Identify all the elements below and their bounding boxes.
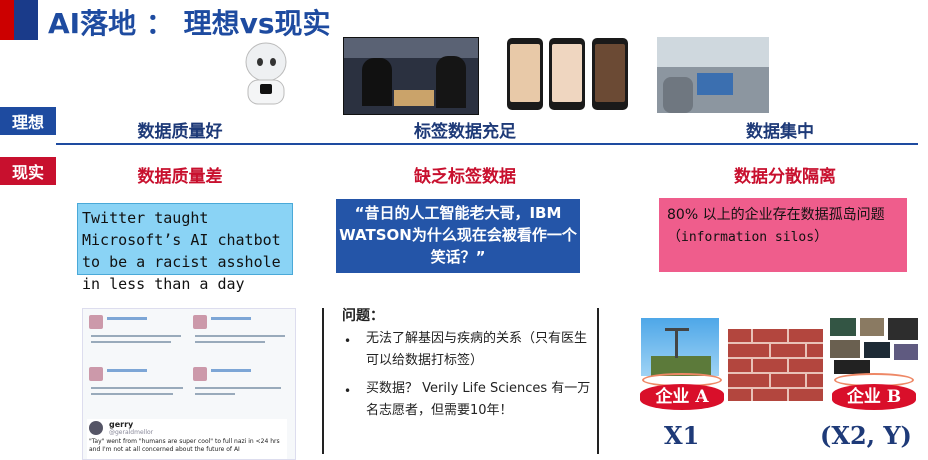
bullet-marker: • xyxy=(344,384,352,398)
sky-antenna-photo xyxy=(641,318,719,376)
problem-bullet-1: 无法了解基因与疾病的关系（只有医生可以给数据打标签） xyxy=(366,331,588,368)
tweet-item xyxy=(87,365,187,407)
silo-box: 80% 以上的企业存在数据孤岛问题（information silos） xyxy=(659,198,907,272)
row-label-ideal: 理想 xyxy=(0,107,56,135)
robot-image xyxy=(245,42,287,105)
bullet-marker: • xyxy=(344,334,352,348)
silo-text-suffix: ） xyxy=(814,229,829,245)
title-accent-blue xyxy=(14,0,38,40)
ibm-watson-box: “昔日的人工智能老大哥，IBM WATSON为什么现在会被看作一个笑话？” xyxy=(336,199,580,273)
tweet-quote: "Tay" went from "humans are super cool" … xyxy=(89,438,280,453)
title-accent-red xyxy=(0,0,14,40)
tweet-handle: @geraldmellor xyxy=(109,429,154,436)
tweet-user: gerry xyxy=(109,420,134,429)
x2y-label: (X2, Y) xyxy=(820,421,912,450)
real-head-2: 缺乏标签数据 xyxy=(414,167,516,187)
problem-heading: 问题： xyxy=(342,308,384,324)
phone-face-3 xyxy=(592,38,628,110)
phone-face-1 xyxy=(507,38,543,110)
real-head-1: 数据质量差 xyxy=(137,167,223,187)
tweet-item xyxy=(191,365,291,407)
silo-text-mono: information silos xyxy=(681,230,815,245)
divider-left xyxy=(322,308,324,454)
phone-face-2 xyxy=(549,38,585,110)
divider-right xyxy=(597,308,599,454)
tweet-item xyxy=(191,313,291,355)
ideal-head-3: 数据集中 xyxy=(746,122,814,142)
car-interior-photo xyxy=(657,37,769,113)
divider-line xyxy=(56,143,918,145)
ideal-head-1: 数据质量好 xyxy=(137,122,223,142)
slide-title: AI落地 ： 理想vs现实 xyxy=(48,7,331,40)
enterprise-a-disk: 企业 A xyxy=(640,384,724,410)
problem-bullet-2: 买数据？ Verily Life Sciences 有一万名志愿者，但需要10年… xyxy=(366,381,591,418)
tweet-item xyxy=(87,313,187,355)
row-label-real: 现实 xyxy=(0,157,56,185)
twitter-headline: Twitter taught Microsoft’s AI chatbot to… xyxy=(82,209,281,293)
firewall-icon xyxy=(728,329,823,401)
x1-label: X1 xyxy=(664,421,700,450)
real-head-3: 数据分散隔离 xyxy=(734,167,836,187)
enterprise-b-disk: 企业 B xyxy=(832,384,916,410)
photo-collage xyxy=(830,318,920,376)
gerry-tweet: gerry @geraldmellor "Tay" went from "hum… xyxy=(87,419,287,459)
ideal-head-2: 标签数据充足 xyxy=(414,122,516,142)
go-match-photo xyxy=(343,37,479,115)
tweets-screenshot: gerry @geraldmellor "Tay" went from "hum… xyxy=(82,308,296,460)
